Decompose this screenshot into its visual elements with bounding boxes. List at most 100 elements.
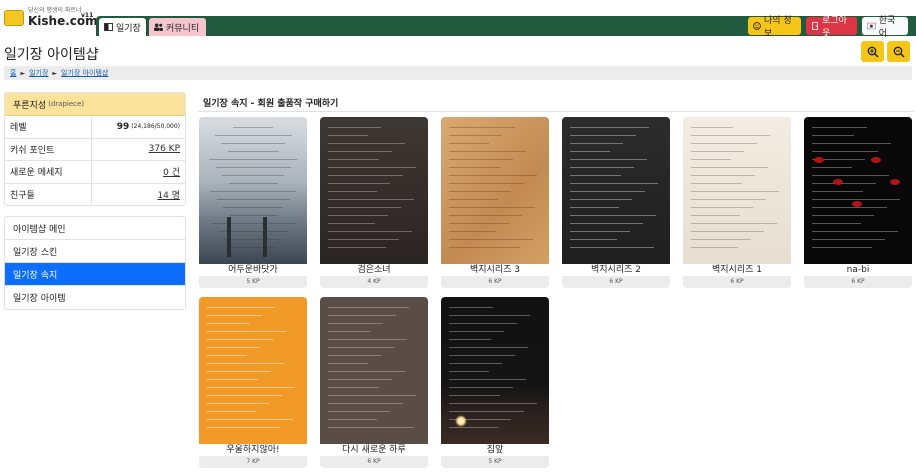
paper-item-card[interactable]: 벽지시리즈 26 KP [562,117,670,288]
paper-item-card[interactable]: 우울하지않아! 7 KP [199,297,307,468]
thumbnail-text-line [812,239,885,240]
paper-item-name[interactable]: 벽지시리즈 3 [441,264,549,276]
paper-thumbnail[interactable] [320,117,428,264]
paper-item-card[interactable]: 집앞 5 KP [441,297,549,468]
thumbnail-text-line [449,135,502,136]
breadcrumb-itemshop[interactable]: 일기장 아이템샵 [61,68,108,78]
paper-thumbnail[interactable] [199,117,307,264]
paper-thumbnail[interactable] [441,297,549,444]
thumbnail-text-line [449,223,509,224]
logo-subtitle: 당신의 평생의 파트너 [28,7,82,14]
thumbnail-text-line [449,363,502,364]
paper-item-price: 6 KP [441,276,549,288]
thumbnail-text-line [328,191,377,192]
thumbnail-text-line [449,331,504,332]
logo-version: v11 [81,12,94,19]
thumbnail-text-line [691,127,733,128]
thumbnail-text-line [222,175,284,176]
thumbnail-text-line [449,199,498,200]
paper-item-name[interactable]: 어두운바닷가 [199,264,307,276]
logout-button[interactable]: 로그아웃 [806,16,857,39]
thumbnail-text-line [328,135,368,136]
paper-item-card[interactable]: 벽지시리즈 16 KP [683,117,791,288]
language-button[interactable]: 한국어 [862,16,908,39]
thumbnail-text-line [691,207,753,208]
thumbnail-text-line [812,247,872,248]
thumbnail-text-line [812,191,863,192]
thumbnail-text-line [570,183,658,184]
paper-thumbnail[interactable] [320,297,428,444]
thumbnail-text-line [227,151,279,152]
paper-item-card[interactable]: 다시 새로운 하루 6 KP [320,297,428,468]
thumbnail-text-line [691,151,744,152]
paper-item-card[interactable]: na-bi 6 KP [804,117,912,288]
tab-community[interactable]: 커뮤니티 [149,18,206,36]
paper-item-price: 6 KP [562,276,670,288]
breadcrumb: 홈 ► 일기장 ► 일기장 아이템샵 [4,66,912,80]
paper-item-card[interactable]: 어두운바닷가 5 KP [199,117,307,288]
thumbnail-text-line [449,395,500,396]
paper-thumbnail[interactable] [562,117,670,264]
paper-thumbnail[interactable] [441,117,549,264]
thumbnail-text-line [328,315,396,316]
paper-item-price: 6 KP [804,276,912,288]
paper-item-name[interactable]: 검은소녀 [320,264,428,276]
butterfly-shape [871,157,881,163]
thumbnail-text-line [328,323,383,324]
thumbnail-text-line [449,247,520,248]
thumbnail-text-line [812,127,867,128]
zoom-out-icon [893,46,905,58]
paper-thumbnail[interactable] [199,297,307,444]
thumbnail-text-line [449,215,522,216]
thumbnail-text-line [691,159,731,160]
site-logo[interactable]: 당신의 평생의 파트너 Kishe.com v11 [4,4,98,32]
thumbnail-text-line [449,339,491,340]
thumbnail-text-line [449,323,517,324]
breadcrumb-home[interactable]: 홈 [10,68,16,78]
thumbnail-text-line [570,239,617,240]
paper-item-name[interactable]: 벽지시리즈 1 [683,264,791,276]
profile-row-points: 키쉬 포인트 376 KP [5,138,185,161]
people-icon [154,23,163,31]
tab-diary[interactable]: 일기장 [99,18,146,36]
breadcrumb-diary[interactable]: 일기장 [29,68,48,78]
thumbnail-text-line [812,135,854,136]
zoom-out-button[interactable] [887,41,910,62]
paper-item-name[interactable]: 집앞 [441,444,549,456]
thumbnail-text-line [691,143,757,144]
paper-item-name[interactable]: na-bi [804,264,912,276]
paper-thumbnail[interactable] [683,117,791,264]
thumbnail-text-line [328,151,392,152]
paper-item-name[interactable]: 벽지시리즈 2 [562,264,670,276]
thumbnail-text-line [328,339,407,340]
thumbnail-text-line [449,427,498,428]
thumbnail-text-line [207,363,284,364]
thumbnail-text-line [449,403,537,404]
paper-item-name[interactable]: 우울하지않아! [199,444,307,456]
menu-item-diary-paper[interactable]: 일기장 속지 [5,263,185,286]
profile-row-level: 레벨 99 (24,186/50,000) [5,116,185,139]
zoom-in-button[interactable] [861,41,884,62]
menu-item-diary-item[interactable]: 일기장 아이템 [5,286,185,309]
level-progress: (24,186/50,000) [131,123,180,131]
paper-item-card[interactable]: 검은소녀 4 KP [320,117,428,288]
my-info-button[interactable]: 나의 정보 [748,16,801,39]
chevron-right-icon: ► [52,69,58,77]
paper-thumbnail[interactable] [804,117,912,264]
thumbnail-text-line [328,199,414,200]
tab-community-label: 커뮤니티 [166,23,200,34]
thumbnail-text-line [570,159,647,160]
thumbnail-text-line [691,191,779,192]
thumbnail-text-line [570,127,649,128]
thumbnail-text-line [328,355,381,356]
profile-row-messages: 새로운 메세지 0 건 [5,161,185,184]
menu-item-diary-skin[interactable]: 일기장 스킨 [5,240,185,263]
thumbnail-text-line [328,363,368,364]
points-link[interactable]: 376 KP [149,144,180,154]
thumbnail-text-line [449,379,526,380]
paper-item-name[interactable]: 다시 새로운 하루 [320,444,428,456]
friends-link[interactable]: 14 명 [157,188,180,201]
messages-link[interactable]: 0 건 [163,165,180,178]
paper-item-card[interactable]: 벽지시리즈 36 KP [441,117,549,288]
menu-item-itemshop-main[interactable]: 아이템샵 메인 [5,217,185,240]
